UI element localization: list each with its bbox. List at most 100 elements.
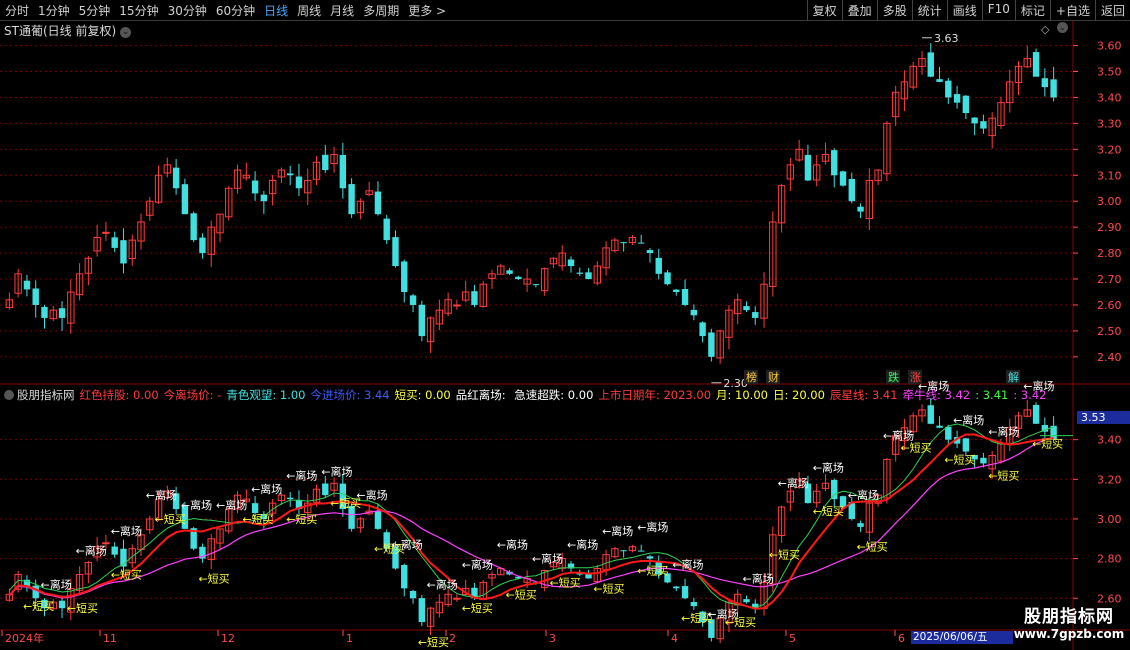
price-tick-label: 2.50	[1097, 325, 1122, 338]
price-candle	[515, 276, 522, 280]
indicator-candle	[831, 479, 838, 500]
signal-buy-label: ←短买	[988, 468, 1019, 482]
price-candle	[506, 270, 513, 274]
watermark-url: www.7gpzb.com	[1013, 627, 1125, 641]
indicator-candle	[322, 483, 329, 496]
x-tick-label: 6	[898, 632, 905, 645]
x-tick-label: 11	[103, 632, 117, 645]
price-candle	[848, 178, 855, 202]
x-tick-label: 2	[449, 632, 456, 645]
price-candle	[673, 289, 680, 292]
news-marker-4: 解	[1008, 370, 1019, 384]
price-candle	[646, 250, 654, 254]
indicator-candle	[409, 590, 417, 599]
price-candle	[1041, 78, 1049, 88]
price-candle	[664, 272, 671, 285]
price-candle	[585, 272, 592, 280]
price-candle	[576, 272, 583, 274]
indicator-tick-label: 3.20	[1097, 473, 1122, 486]
signal-sell-label: ←离场	[216, 498, 247, 512]
x-tick-label: 4	[671, 632, 678, 645]
x-tick-label: 12	[221, 632, 235, 645]
indicator-candle	[927, 405, 934, 424]
signal-buy-label: ←短买	[857, 540, 888, 554]
signal-buy-label: ←短买	[813, 504, 844, 518]
price-candle	[41, 306, 48, 318]
signal-sell-label: ←离场	[391, 538, 422, 552]
signal-buy-label: ←短买	[242, 512, 273, 526]
signal-sell-label: ←离场	[251, 482, 282, 496]
price-candle	[804, 154, 812, 181]
chart-area[interactable]: 3.60 3.50 3.40 3.30 3.20 3.10 3.00 2.90 2.80 2.70…	[0, 0, 1130, 650]
signal-buy-label: ←短买	[900, 441, 931, 455]
price-candle	[102, 231, 110, 234]
price-candle	[58, 308, 66, 318]
price-candle	[532, 284, 540, 286]
indicator-candle	[857, 523, 864, 527]
price-candle	[295, 176, 303, 189]
indicator-candle	[111, 546, 118, 555]
price-candle	[936, 79, 943, 82]
price-candle	[857, 206, 864, 212]
price-candle	[32, 288, 39, 305]
price-tick-label: 3.40	[1097, 91, 1122, 104]
signal-sell-label: ←离场	[637, 520, 668, 534]
signal-sell-label: ←离场	[953, 413, 984, 427]
signal-sell-label: ←离场	[988, 425, 1019, 439]
signal-buy-label: ←短买	[198, 571, 229, 585]
price-candle	[699, 322, 706, 337]
price-candle	[945, 80, 952, 98]
price-tick-label: 2.40	[1097, 351, 1122, 364]
news-marker-1: 财	[768, 370, 779, 384]
price-tick-label: 3.60	[1097, 40, 1122, 53]
signal-buy-label: ←短买	[637, 563, 668, 577]
signal-sell-label: ←离场	[567, 538, 598, 552]
price-tick-label: 3.50	[1097, 66, 1122, 79]
signal-buy-label: ←短买	[67, 601, 98, 615]
price-candle	[708, 332, 715, 357]
price-candle	[199, 237, 206, 254]
signal-sell-label: ←离场	[532, 552, 563, 566]
price-tick-label: 3.30	[1097, 117, 1122, 130]
signal-buy-label: ←短买	[593, 581, 624, 595]
price-candle	[251, 180, 259, 194]
indicator-candle	[453, 597, 461, 600]
signal-buy-label: ←短买	[1032, 437, 1063, 451]
price-tick-label: 2.70	[1097, 273, 1122, 286]
signal-sell-label: ←离场	[321, 464, 352, 478]
signal-buy-label: ←短买	[944, 452, 975, 466]
news-marker-2: 跌	[888, 370, 899, 384]
signal-buy-label: ←短买	[506, 587, 537, 601]
price-candle	[348, 184, 355, 215]
indicator-candle	[646, 556, 654, 559]
price-candle	[1032, 52, 1040, 77]
signal-buy-label: ←短买	[111, 567, 142, 581]
signal-buy-label: ←短买	[418, 635, 449, 649]
price-candle	[971, 117, 978, 124]
price-tick-label: 3.20	[1097, 143, 1122, 156]
signal-sell-label: ←离场	[848, 488, 879, 502]
signal-buy-label: ←短买	[286, 512, 317, 526]
signal-sell-label: ←离场	[813, 460, 844, 474]
signal-sell-label: ←离场	[883, 429, 914, 443]
x-tick-label: 5	[789, 632, 796, 645]
price-candle	[409, 295, 417, 305]
indicator-candle	[286, 497, 294, 500]
indicator-candle	[962, 438, 970, 452]
indicator-tick-label: 2.80	[1097, 553, 1122, 566]
price-candle	[172, 167, 180, 189]
signal-sell-label: ←离场	[76, 544, 107, 558]
indicator-tick-label: 3.00	[1097, 513, 1122, 526]
signal-sell-label: ←离场	[497, 538, 528, 552]
signal-buy-label: ←短买	[769, 548, 800, 562]
price-candle	[260, 194, 268, 202]
price-candle	[401, 261, 408, 292]
indicator-candle	[102, 542, 110, 545]
signal-sell-label: ←离场	[602, 524, 633, 538]
price-candle	[831, 150, 838, 176]
price-tick-label: 3.10	[1097, 169, 1122, 182]
indicator-candle	[418, 598, 426, 623]
price-tick-label: 2.80	[1097, 247, 1122, 260]
indicator-candle	[1032, 404, 1040, 424]
signal-buy-label: ←短买	[23, 599, 54, 613]
